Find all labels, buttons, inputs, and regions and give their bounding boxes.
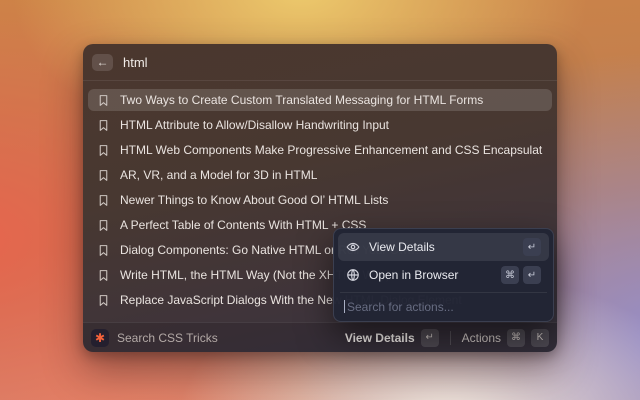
menu-item-shortcut: ⌘↵ [501, 266, 541, 284]
eye-icon [346, 240, 360, 254]
k-key-badge: K [531, 329, 549, 347]
popup-menu-item[interactable]: View Details ↵ [338, 233, 549, 261]
footer-app-label: Search CSS Tricks [117, 331, 218, 345]
text-cursor [344, 300, 345, 313]
list-item[interactable]: Two Ways to Create Custom Translated Mes… [88, 89, 552, 111]
list-item[interactable]: HTML Web Components Make Progressive Enh… [88, 139, 552, 161]
search-input[interactable]: html [123, 55, 148, 70]
list-item-title: Two Ways to Create Custom Translated Mes… [120, 93, 483, 107]
bookmark-icon [97, 219, 110, 232]
actions-search-input[interactable]: Search for actions... [338, 293, 549, 320]
list-item[interactable]: AR, VR, and a Model for 3D in HTML [88, 164, 552, 186]
bookmark-icon [97, 169, 110, 182]
bookmark-icon [97, 194, 110, 207]
bookmark-icon [97, 144, 110, 157]
key-badge: ⌘ [501, 266, 519, 284]
bookmark-icon [97, 294, 110, 307]
list-item[interactable]: HTML Attribute to Allow/Disallow Handwri… [88, 114, 552, 136]
view-details-button[interactable]: View Details [345, 331, 415, 345]
menu-item-label: Open in Browser [369, 268, 458, 282]
actions-button[interactable]: Actions [462, 331, 501, 345]
css-tricks-logo-icon: ✱ [91, 329, 109, 347]
footer-divider [450, 331, 451, 345]
command-key-badge: ⌘ [507, 329, 525, 347]
list-item[interactable]: Newer Things to Know About Good Ol’ HTML… [88, 189, 552, 211]
bookmark-icon [97, 269, 110, 282]
list-item-title: HTML Attribute to Allow/Disallow Handwri… [120, 118, 389, 132]
globe-icon [346, 268, 360, 282]
footer-bar: ✱ Search CSS Tricks View Details ↵ Actio… [83, 322, 557, 352]
asterisk-glyph: ✱ [95, 331, 105, 345]
list-item-title: A Perfect Table of Contents With HTML + … [120, 218, 366, 232]
return-key-badge: ↵ [421, 329, 439, 347]
actions-popup-list: View Details ↵ Open in Browser ⌘↵ [338, 233, 549, 289]
list-item-title: Newer Things to Know About Good Ol’ HTML… [120, 193, 388, 207]
back-button[interactable]: ← [92, 54, 113, 71]
bookmark-icon [97, 244, 110, 257]
menu-item-shortcut: ↵ [523, 238, 541, 256]
key-badge: ↵ [523, 238, 541, 256]
bookmark-icon [97, 119, 110, 132]
back-arrow-icon: ← [97, 56, 109, 68]
popup-menu-item[interactable]: Open in Browser ⌘↵ [338, 261, 549, 289]
list-item-title: HTML Web Components Make Progressive Enh… [120, 143, 543, 157]
list-item-title: AR, VR, and a Model for 3D in HTML [120, 168, 317, 182]
menu-item-label: View Details [369, 240, 435, 254]
bookmark-icon [97, 94, 110, 107]
actions-popup: View Details ↵ Open in Browser ⌘↵ Search… [333, 228, 554, 322]
actions-search-placeholder: Search for actions... [347, 300, 454, 314]
search-bar: ← html [83, 44, 557, 81]
desktop-background: ← html Two Ways to Create Custom Transla… [0, 0, 640, 400]
key-badge: ↵ [523, 266, 541, 284]
footer-actions-group: View Details ↵ Actions ⌘ K [345, 329, 549, 347]
